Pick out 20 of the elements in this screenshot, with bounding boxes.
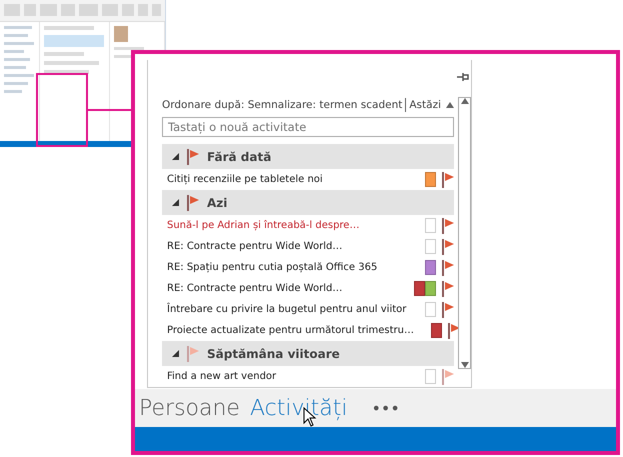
task-title[interactable]: Proiecte actualizate pentru următorul trimestru… xyxy=(167,325,414,336)
group-label: Azi xyxy=(207,196,228,210)
task-title[interactable]: Find a new art vendor xyxy=(167,371,408,382)
group-header[interactable]: Săptămâna viitoare xyxy=(162,341,454,366)
task-title[interactable]: RE: Spațiu pentru cutia poștală Office 365 xyxy=(167,262,408,273)
task-title[interactable]: RE: Contracte pentru Wide World… xyxy=(167,241,408,252)
group-header[interactable]: Fără dată xyxy=(162,144,454,169)
task-title[interactable]: Întrebare cu privire la bugetul pentru anul viitor xyxy=(167,304,408,315)
task-title[interactable]: RE: Contracte pentru Wide World… xyxy=(167,283,408,294)
task-title[interactable]: Citiți recenziile pe tabletele noi xyxy=(167,174,408,185)
nav-tab[interactable]: Persoane xyxy=(139,396,240,420)
sort-label[interactable]: Ordonare după: Semnalizare: termen scadent xyxy=(162,99,402,111)
group-header[interactable]: Azi xyxy=(162,190,454,215)
task-title[interactable]: Sună-l pe Adrian și întreabă-l despre… xyxy=(167,220,408,231)
nav-tab[interactable]: Activități xyxy=(250,396,348,420)
more-button[interactable]: ••• xyxy=(371,398,400,418)
new-task-field[interactable]: Tastați o nouă activitate xyxy=(162,117,454,137)
group-label: Fără dată xyxy=(207,150,272,164)
group-label: Săptămâna viitoare xyxy=(207,346,340,360)
date-filter[interactable]: Astăzi xyxy=(409,99,446,111)
